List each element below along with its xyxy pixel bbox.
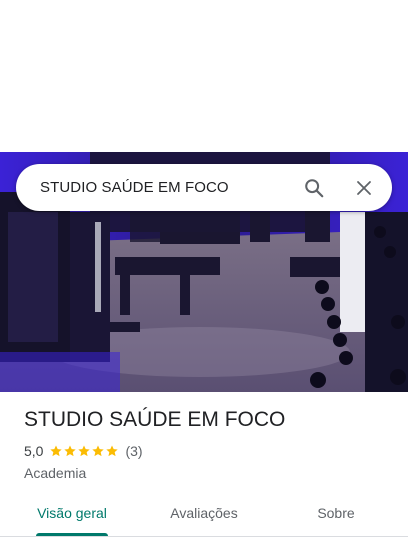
tab-reviews[interactable]: Avaliações <box>156 496 252 536</box>
tab-about[interactable]: Sobre <box>288 496 384 536</box>
close-button[interactable] <box>344 168 384 208</box>
rating-value: 5,0 <box>24 443 44 459</box>
star-icon <box>78 445 91 457</box>
map-blank-area <box>0 0 408 152</box>
rating-row[interactable]: 5,0 (3) <box>24 443 143 459</box>
review-count[interactable]: (3) <box>125 443 142 459</box>
search-bar[interactable]: STUDIO SAÚDE EM FOCO <box>16 164 392 211</box>
star-icon <box>92 445 105 457</box>
search-button[interactable] <box>294 168 334 208</box>
search-icon <box>305 178 324 197</box>
tab-overview[interactable]: Visão geral <box>24 496 120 536</box>
tabs-divider <box>0 536 408 537</box>
search-query-text[interactable]: STUDIO SAÚDE EM FOCO <box>16 179 294 196</box>
star-icon <box>106 445 119 457</box>
star-icon <box>64 445 77 457</box>
place-title: STUDIO SAÚDE EM FOCO <box>24 408 286 431</box>
close-icon <box>357 180 371 195</box>
star-icon <box>50 445 63 457</box>
place-tabs: Visão geral Avaliações Sobre <box>0 496 408 537</box>
place-category: Academia <box>24 465 87 481</box>
rating-stars <box>49 444 119 458</box>
